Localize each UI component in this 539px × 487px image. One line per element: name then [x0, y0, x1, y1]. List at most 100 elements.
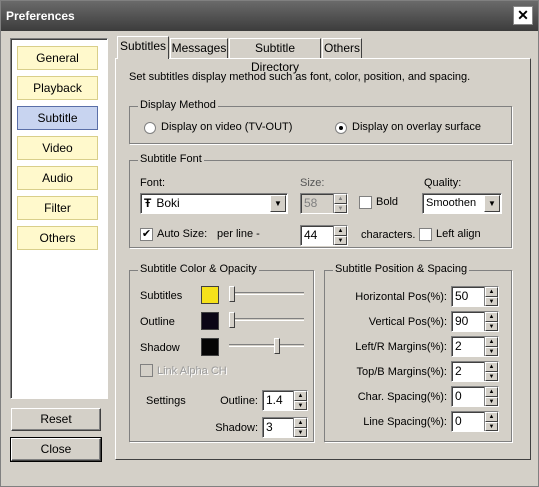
reset-button[interactable]: Reset — [11, 408, 101, 431]
horizontal-pos-spinner[interactable]: ▲ ▼ — [484, 287, 498, 306]
left-align-checkbox[interactable] — [419, 228, 432, 241]
position-spacing-group: Subtitle Position & Spacing Horizontal P… — [324, 263, 512, 442]
subtitles-color-swatch[interactable] — [201, 286, 219, 304]
spin-up-icon[interactable]: ▲ — [334, 226, 347, 236]
sidebar-item-video[interactable]: Video — [17, 136, 98, 160]
subtitles-opacity-thumb[interactable] — [229, 286, 235, 302]
top-bottom-margins-input[interactable]: 2 ▲ ▼ — [451, 361, 499, 382]
per-line-spinner[interactable]: ▲ ▼ — [333, 226, 347, 245]
outline-size-label: Outline: — [220, 395, 258, 407]
line-spacing-input[interactable]: 0 ▲ ▼ — [451, 411, 499, 432]
top-bottom-margins-spinner[interactable]: ▲ ▼ — [484, 362, 498, 381]
left-right-margins-input[interactable]: 2 ▲ ▼ — [451, 336, 499, 357]
subtitles-tab-panel: Set subtitles display method such as fon… — [115, 58, 531, 460]
display-on-video-radio[interactable] — [144, 122, 156, 134]
subtitles-color-label: Subtitles — [140, 290, 183, 302]
sidebar-item-filter[interactable]: Filter — [17, 196, 98, 220]
horizontal-pos-label: Horizontal Pos(%): — [355, 291, 447, 303]
sidebar-item-audio[interactable]: Audio — [17, 166, 98, 190]
sidebar-item-subtitle[interactable]: Subtitle — [17, 106, 98, 130]
display-on-overlay-radio[interactable] — [335, 122, 347, 134]
left-right-margins-spinner[interactable]: ▲ ▼ — [484, 337, 498, 356]
tab-subtitle-directory[interactable]: Subtitle Directory — [229, 38, 321, 74]
shadow-size-input[interactable]: 3 ▲ ▼ — [262, 417, 308, 438]
spin-up-icon[interactable]: ▲ — [485, 312, 498, 322]
left-right-margins-label: Left/R Margins(%): — [355, 341, 447, 353]
spin-down-icon[interactable]: ▼ — [485, 421, 498, 431]
link-alpha-checkbox[interactable] — [140, 364, 153, 377]
sidebar-item-general[interactable]: General — [17, 46, 98, 70]
spin-down-icon[interactable]: ▼ — [294, 400, 307, 410]
sidebar-item-others[interactable]: Others — [17, 226, 98, 250]
spin-up-icon[interactable]: ▲ — [485, 362, 498, 372]
shadow-opacity-thumb[interactable] — [273, 338, 280, 354]
horizontal-pos-input[interactable]: 50 ▲ ▼ — [451, 286, 499, 307]
spin-down-icon[interactable]: ▼ — [485, 371, 498, 381]
color-opacity-group: Subtitle Color & Opacity Subtitles Outli… — [129, 263, 314, 442]
characters-label: characters. — [361, 229, 416, 241]
sidebar-item-playback[interactable]: Playback — [17, 76, 98, 100]
spin-up-icon[interactable]: ▲ — [485, 387, 498, 397]
size-input[interactable]: 58 ▲ ▼ — [300, 193, 348, 214]
char-spacing-input[interactable]: 0 ▲ ▼ — [451, 386, 499, 407]
display-on-video-label: Display on video (TV-OUT) — [161, 121, 293, 133]
shadow-size-spinner[interactable]: ▲ ▼ — [293, 418, 307, 437]
spin-down-icon[interactable]: ▼ — [485, 321, 498, 331]
shadow-size-value: 3 — [266, 420, 273, 434]
preferences-window: Preferences ✕ General Playback Subtitle … — [0, 0, 539, 487]
shadow-color-label: Shadow — [140, 342, 180, 354]
bold-label: Bold — [376, 196, 399, 208]
spin-up-icon[interactable]: ▲ — [294, 418, 307, 428]
line-spacing-label: Line Spacing(%): — [363, 416, 447, 428]
spin-down-icon[interactable]: ▼ — [334, 235, 347, 245]
quality-select[interactable]: Smoothen ▼ — [422, 193, 502, 214]
vertical-pos-label: Vertical Pos(%): — [368, 316, 447, 328]
font-type-icon: Ŧ — [144, 196, 152, 210]
top-bottom-margins-label: Top/B Margins(%): — [356, 366, 447, 378]
spin-down-icon[interactable]: ▼ — [294, 427, 307, 437]
tab-others[interactable]: Others — [322, 38, 362, 59]
size-spinner[interactable]: ▲ ▼ — [333, 194, 347, 213]
line-spacing-spinner[interactable]: ▲ ▼ — [484, 412, 498, 431]
title-bar[interactable]: Preferences ✕ — [1, 1, 538, 31]
char-spacing-label: Char. Spacing(%): — [357, 391, 447, 403]
shadow-color-swatch[interactable] — [201, 338, 219, 356]
chevron-down-icon[interactable]: ▼ — [484, 195, 500, 212]
spin-down-icon[interactable]: ▼ — [334, 203, 347, 213]
size-label: Size: — [300, 177, 325, 189]
bold-checkbox[interactable] — [359, 196, 372, 209]
quality-value: Smoothen — [426, 197, 477, 209]
font-value: Boki — [156, 196, 180, 210]
outline-size-input[interactable]: 1.4 ▲ ▼ — [262, 390, 308, 411]
spin-up-icon[interactable]: ▲ — [334, 194, 347, 204]
per-line-input[interactable]: 44 ▲ ▼ — [300, 225, 348, 246]
spin-up-icon[interactable]: ▲ — [485, 287, 498, 297]
outline-opacity-thumb[interactable] — [229, 312, 235, 328]
spin-down-icon[interactable]: ▼ — [485, 346, 498, 356]
spin-up-icon[interactable]: ▲ — [485, 412, 498, 422]
spin-down-icon[interactable]: ▼ — [485, 396, 498, 406]
spin-up-icon[interactable]: ▲ — [485, 337, 498, 347]
subtitles-opacity-slider[interactable] — [229, 292, 304, 295]
outline-size-spinner[interactable]: ▲ ▼ — [293, 391, 307, 410]
vertical-pos-spinner[interactable]: ▲ ▼ — [484, 312, 498, 331]
tab-subtitles[interactable]: Subtitles — [117, 36, 169, 59]
spin-down-icon[interactable]: ▼ — [485, 296, 498, 306]
font-select[interactable]: Ŧ Boki ▼ — [140, 193, 288, 214]
outline-opacity-slider[interactable] — [229, 318, 304, 321]
shadow-opacity-slider[interactable] — [229, 344, 304, 347]
chevron-down-icon[interactable]: ▼ — [270, 195, 286, 212]
close-icon[interactable]: ✕ — [513, 6, 533, 25]
left-align-label: Left align — [436, 228, 481, 240]
auto-size-checkbox[interactable]: ✔ — [140, 228, 153, 241]
vertical-pos-input[interactable]: 90 ▲ ▼ — [451, 311, 499, 332]
tab-messages[interactable]: Messages — [170, 38, 228, 59]
close-button[interactable]: Close — [10, 437, 102, 462]
spin-up-icon[interactable]: ▲ — [294, 391, 307, 401]
tab-description: Set subtitles display method such as fon… — [129, 71, 471, 83]
display-on-overlay-label: Display on overlay surface — [352, 121, 482, 133]
char-spacing-spinner[interactable]: ▲ ▼ — [484, 387, 498, 406]
size-value: 58 — [304, 196, 318, 210]
link-alpha-label: Link Alpha CH — [157, 365, 227, 377]
outline-color-swatch[interactable] — [201, 312, 219, 330]
